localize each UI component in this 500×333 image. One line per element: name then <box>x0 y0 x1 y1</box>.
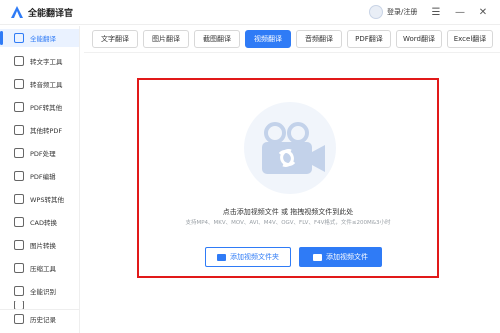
file-icon <box>313 253 322 261</box>
tab-image-translate[interactable]: 图片翻译 <box>143 30 189 48</box>
sidebar-item-compress[interactable]: 压缩工具 <box>0 259 79 277</box>
sidebar-item-wps[interactable]: WPS转其他 <box>0 190 79 208</box>
sidebar-item-label: 全能识别 <box>30 288 56 296</box>
cad-icon <box>14 217 24 227</box>
sidebar-item-cad[interactable]: CAD转换 <box>0 213 79 231</box>
add-folder-label: 添加视频文件夹 <box>230 253 279 261</box>
supported-formats: 支持MP4、MKV、MOV、AVI、M4V、OGV、FLV、F4V格式，文件≤2… <box>185 220 391 226</box>
minimize-icon: — <box>455 6 465 18</box>
sidebar-item-label: 转文字工具 <box>30 58 63 66</box>
app-title: 全能翻译官 <box>28 9 74 19</box>
video-camera-icon <box>244 102 336 194</box>
wps-icon <box>14 194 24 204</box>
tab-excel-translate[interactable]: Excel翻译 <box>447 30 493 48</box>
to-pdf-icon <box>14 125 24 135</box>
add-video-file-button[interactable]: 添加视频文件 <box>299 247 382 267</box>
tab-audio-translate[interactable]: 音频翻译 <box>296 30 342 48</box>
sidebar-item-audio-tool[interactable]: 转音频工具 <box>0 75 79 93</box>
title-bar: 全能翻译官 登录/注册 ☰ — ✕ <box>0 0 500 25</box>
minimize-button[interactable]: — <box>452 4 468 20</box>
add-video-folder-button[interactable]: 添加视频文件夹 <box>205 247 291 267</box>
sidebar-item-pdf-edit[interactable]: PDF编辑 <box>0 167 79 185</box>
image-icon <box>14 240 24 250</box>
sidebar-item-label: 压缩工具 <box>30 265 56 273</box>
sidebar-item-history[interactable]: 历史记录 <box>0 309 79 327</box>
hamburger-icon: ☰ <box>431 6 441 18</box>
sidebar-item-translate[interactable]: 全能翻译 <box>0 29 79 47</box>
video-drop-zone[interactable]: 点击添加视频文件 或 拖拽视频文件到此处 支持MP4、MKV、MOV、AVI、M… <box>137 78 439 278</box>
translate-icon <box>14 33 24 43</box>
sidebar-item-image[interactable]: 图片转换 <box>0 236 79 254</box>
tab-video-translate[interactable]: 视频翻译 <box>245 30 291 48</box>
app-logo-icon <box>11 6 23 18</box>
upload-hint: 点击添加视频文件 或 拖拽视频文件到此处 <box>222 208 354 216</box>
sidebar-item-label: 图片转换 <box>30 242 56 250</box>
sidebar-item-label: CAD转换 <box>30 219 57 227</box>
user-avatar-icon <box>369 5 383 19</box>
sidebar-item-label: PDF编辑 <box>30 173 56 181</box>
sidebar-item-pdf-convert[interactable]: PDF转其他 <box>0 98 79 116</box>
sidebar-item-label: 历史记录 <box>30 315 56 324</box>
folder-icon <box>217 253 226 261</box>
tab-pdf-translate[interactable]: PDF翻译 <box>347 30 391 48</box>
tab-word-translate[interactable]: Word翻译 <box>396 30 442 48</box>
sidebar-item-label: 全能翻译 <box>30 35 56 43</box>
sidebar-item-text-tool[interactable]: 转文字工具 <box>0 52 79 70</box>
more-icon <box>14 301 24 309</box>
sidebar-item-more[interactable] <box>0 301 79 309</box>
sidebar-item-pdf-process[interactable]: PDF处理 <box>0 144 79 162</box>
tab-screenshot-translate[interactable]: 截图翻译 <box>194 30 240 48</box>
sidebar-item-label: 转音频工具 <box>30 81 63 89</box>
audio-tool-icon <box>14 79 24 89</box>
login-button[interactable]: 登录/注册 <box>369 3 417 21</box>
pdf-edit-icon <box>14 171 24 181</box>
close-button[interactable]: ✕ <box>475 4 491 20</box>
pdf-process-icon <box>14 148 24 158</box>
sidebar-item-label: PDF处理 <box>30 150 56 158</box>
sidebar-item-to-pdf[interactable]: 其他转PDF <box>0 121 79 139</box>
tab-text-translate[interactable]: 文字翻译 <box>92 30 138 48</box>
sidebar-item-label: 其他转PDF <box>30 127 63 135</box>
close-icon: ✕ <box>478 6 488 18</box>
text-tool-icon <box>14 56 24 66</box>
pdf-convert-icon <box>14 102 24 112</box>
history-icon <box>14 313 24 324</box>
recognize-icon <box>14 286 24 296</box>
compress-icon <box>14 263 24 273</box>
sidebar-item-recognize[interactable]: 全能识别 <box>0 282 79 300</box>
login-label: 登录/注册 <box>387 8 418 16</box>
sidebar-item-label: WPS转其他 <box>30 196 64 204</box>
menu-button[interactable]: ☰ <box>428 4 444 20</box>
tab-divider <box>84 52 500 53</box>
add-file-label: 添加视频文件 <box>326 253 368 261</box>
sidebar: 全能翻译 转文字工具 转音频工具 PDF转其他 其他转PDF PDF处理 PDF… <box>0 26 80 333</box>
sidebar-item-label: PDF转其他 <box>30 104 63 112</box>
